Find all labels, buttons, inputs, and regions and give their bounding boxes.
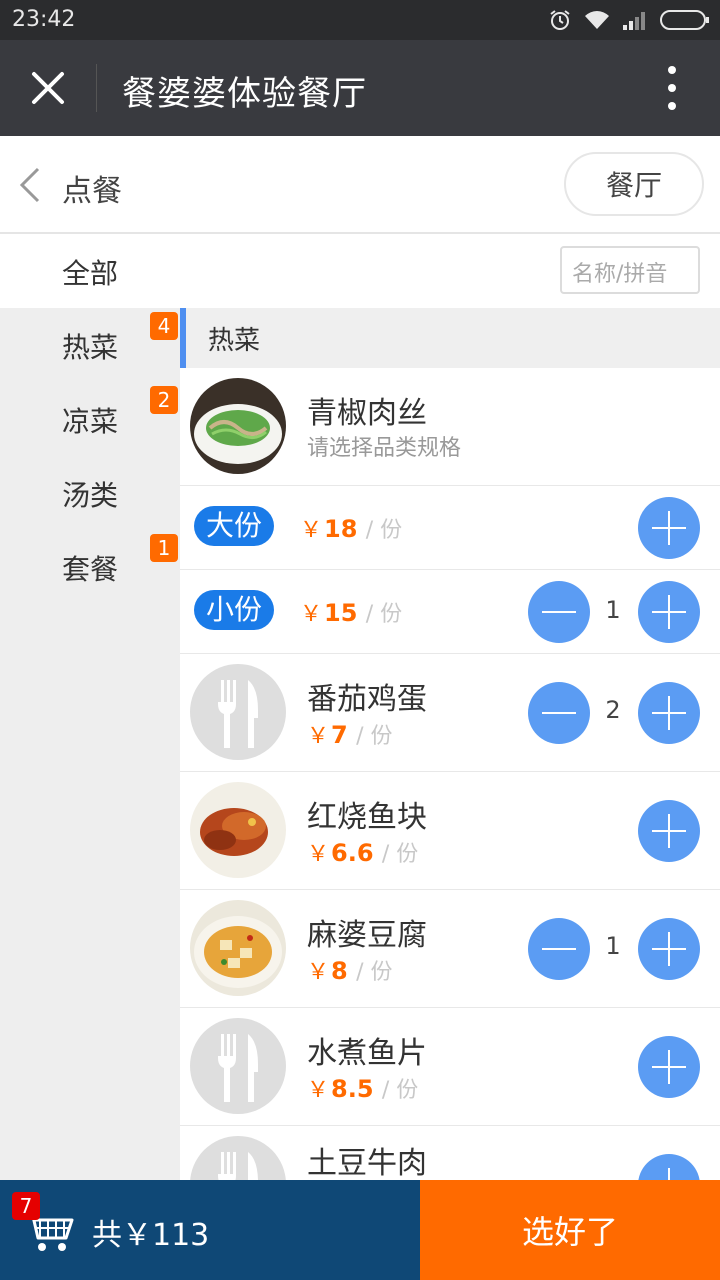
add-button[interactable] xyxy=(638,682,700,744)
category-set-meals[interactable]: 套餐 1 xyxy=(0,530,180,604)
placeholder-cutlery-icon xyxy=(190,1018,286,1114)
dish-price: ￥7 / 份 xyxy=(307,718,392,750)
remove-button[interactable] xyxy=(528,918,590,980)
dish-name: 麻婆豆腐 xyxy=(307,918,427,953)
section-header: 热菜 xyxy=(180,308,720,368)
category-label: 汤类 xyxy=(62,479,119,512)
currency-symbol: ￥ xyxy=(307,842,330,867)
price-value: 18 xyxy=(324,515,358,543)
dish-item: 红烧鱼块 ￥6.6 / 份 xyxy=(180,772,720,890)
category-sidebar: 热菜 4 凉菜 2 汤类 套餐 1 xyxy=(0,308,180,1180)
dish-spec-hint: 请选择品类规格 xyxy=(307,436,462,461)
quantity-value: 1 xyxy=(605,596,621,624)
dish-name: 红烧鱼块 xyxy=(307,800,427,835)
spec-row: 小份 ￥15 / 份 1 xyxy=(180,570,720,654)
dish-price: ￥6.6 / 份 xyxy=(307,836,418,868)
category-hot-dishes[interactable]: 热菜 4 xyxy=(0,308,180,382)
price-unit: / 份 xyxy=(365,518,403,543)
dish-item: 土豆牛肉 xyxy=(180,1126,720,1180)
dish-photo xyxy=(190,378,286,474)
category-label: 套餐 xyxy=(62,553,119,586)
title-divider xyxy=(96,64,97,112)
add-button[interactable] xyxy=(638,918,700,980)
currency-symbol: ￥ xyxy=(300,518,323,543)
price-unit: / 份 xyxy=(356,724,393,749)
category-count-badge: 2 xyxy=(150,386,178,414)
dish-price: ￥8.5 / 份 xyxy=(307,1072,418,1104)
dish-item: 番茄鸡蛋 ￥7 / 份 2 xyxy=(180,654,720,772)
more-menu-icon[interactable] xyxy=(664,66,680,110)
price-unit: / 份 xyxy=(381,1078,419,1103)
add-button[interactable] xyxy=(638,497,700,559)
close-icon[interactable] xyxy=(22,62,74,114)
category-label: 热菜 xyxy=(62,331,119,364)
dish-item: 青椒肉丝 请选择品类规格 xyxy=(180,368,720,486)
category-soups[interactable]: 汤类 xyxy=(0,456,180,530)
currency-symbol: ￥ xyxy=(307,1078,330,1103)
spec-price: ￥18 / 份 xyxy=(300,512,402,544)
dish-list: 热菜 青椒肉丝 请选择品类规格 大份 ￥18 / 份 小份 ￥15 / 份 1 … xyxy=(180,308,720,1180)
currency-symbol: ￥ xyxy=(307,724,330,749)
search-input[interactable]: 名称/拼音 xyxy=(560,246,700,294)
title-bar: 餐婆婆体验餐厅 xyxy=(0,40,720,136)
spec-row: 大份 ￥18 / 份 xyxy=(180,486,720,570)
dish-price: ￥8 / 份 xyxy=(307,954,392,986)
status-time: 23:42 xyxy=(12,7,76,32)
price-value: 6.6 xyxy=(331,839,374,867)
add-button[interactable] xyxy=(638,1036,700,1098)
section-title: 热菜 xyxy=(208,326,261,356)
placeholder-cutlery-icon xyxy=(190,664,286,760)
signal-icon xyxy=(623,12,645,30)
category-cold-dishes[interactable]: 凉菜 2 xyxy=(0,382,180,456)
bottom-bar: 7 共￥113 选好了 xyxy=(0,1180,720,1280)
dish-photo xyxy=(190,782,286,878)
sub-header: 点餐 餐厅 xyxy=(0,136,720,234)
page-title: 餐婆婆体验餐厅 xyxy=(122,74,367,114)
price-value: 7 xyxy=(331,721,348,749)
placeholder-cutlery-icon xyxy=(190,1136,286,1180)
battery-icon xyxy=(660,10,709,30)
status-icons xyxy=(548,8,710,32)
restaurant-button[interactable]: 餐厅 xyxy=(564,152,704,216)
add-button[interactable] xyxy=(638,800,700,862)
alarm-icon xyxy=(550,10,570,30)
category-all[interactable]: 全部 xyxy=(62,252,118,292)
quantity-value: 1 xyxy=(605,932,621,960)
add-button[interactable] xyxy=(638,581,700,643)
dish-photo xyxy=(190,900,286,996)
remove-button[interactable] xyxy=(528,581,590,643)
spec-tag: 小份 xyxy=(194,590,275,630)
category-label: 凉菜 xyxy=(62,405,119,438)
currency-symbol: ￥ xyxy=(307,960,330,985)
category-count-badge: 4 xyxy=(150,312,178,340)
category-count-badge: 1 xyxy=(150,534,178,562)
back-chevron-icon[interactable] xyxy=(18,166,42,204)
cart-total: 共￥113 xyxy=(92,1218,210,1253)
dish-name: 土豆牛肉 xyxy=(307,1146,427,1180)
quantity-value: 2 xyxy=(605,696,621,724)
checkout-button[interactable]: 选好了 xyxy=(420,1180,720,1280)
status-bar: 23:42 xyxy=(0,0,720,40)
filter-row: 全部 名称/拼音 xyxy=(0,234,720,308)
dish-name: 水煮鱼片 xyxy=(307,1036,427,1071)
price-unit: / 份 xyxy=(365,602,403,627)
dish-name: 青椒肉丝 xyxy=(307,396,427,431)
price-value: 8.5 xyxy=(331,1075,374,1103)
dish-name: 番茄鸡蛋 xyxy=(307,682,427,717)
price-value: 8 xyxy=(331,957,348,985)
remove-button[interactable] xyxy=(528,682,590,744)
price-unit: / 份 xyxy=(356,960,393,985)
cart-count-badge: 7 xyxy=(12,1192,40,1220)
price-value: 15 xyxy=(324,599,358,627)
back-label[interactable]: 点餐 xyxy=(62,166,122,210)
cart-summary[interactable]: 7 共￥113 xyxy=(0,1180,420,1280)
dish-item: 水煮鱼片 ￥8.5 / 份 xyxy=(180,1008,720,1126)
wifi-icon xyxy=(585,11,609,29)
spec-price: ￥15 / 份 xyxy=(300,596,402,628)
currency-symbol: ￥ xyxy=(300,602,323,627)
add-button[interactable] xyxy=(638,1154,700,1180)
price-unit: / 份 xyxy=(381,842,419,867)
dish-item: 麻婆豆腐 ￥8 / 份 1 xyxy=(180,890,720,1008)
spec-tag: 大份 xyxy=(194,506,275,546)
